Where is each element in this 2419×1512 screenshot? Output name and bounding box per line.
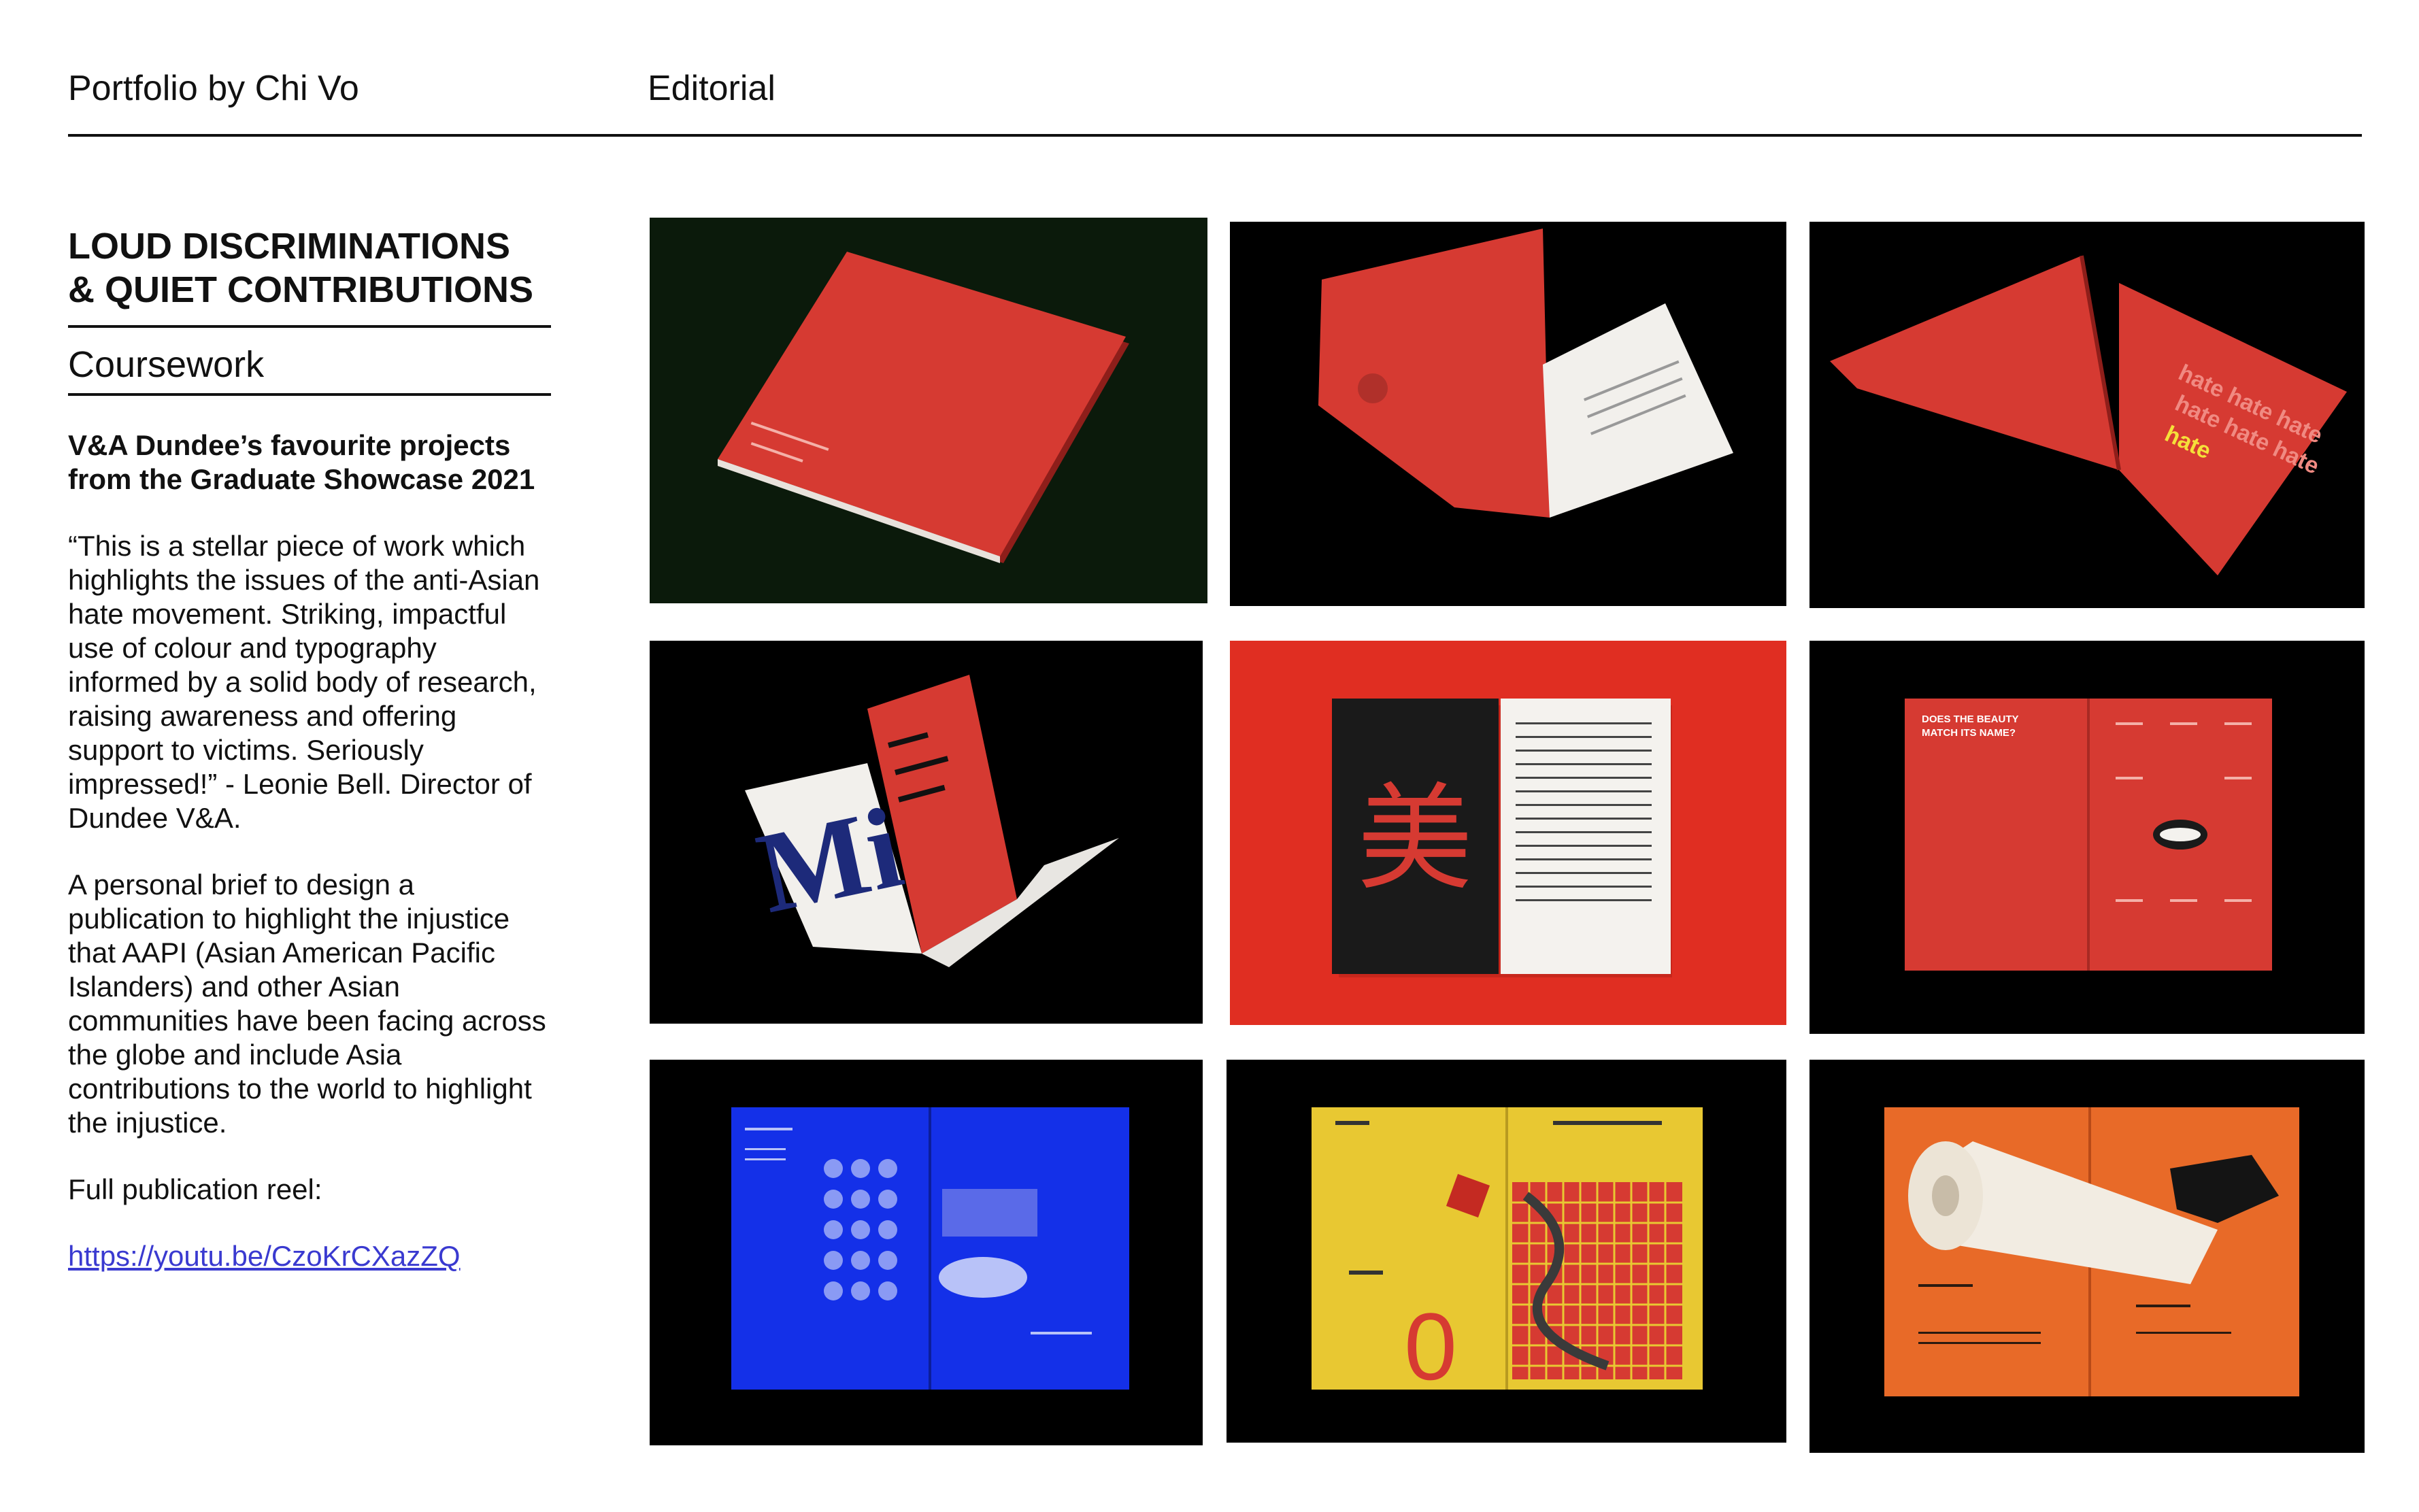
reel-link[interactable]: https://youtu.be/CzoKrCXazZQ xyxy=(68,1239,551,1273)
project-title-line2: & QUIET CONTRIBUTIONS xyxy=(68,269,533,310)
svg-text:0: 0 xyxy=(1404,1293,1457,1400)
gallery-image-cover xyxy=(650,218,1207,603)
svg-text:美: 美 xyxy=(1357,772,1473,907)
project-sidebar: LOUD DISCRIMINATIONS & QUIET CONTRIBUTIO… xyxy=(68,224,551,1273)
category-divider xyxy=(68,393,551,396)
project-brief: A personal brief to design a publication… xyxy=(68,869,546,1139)
gallery-image-toilet-paper-spread xyxy=(1809,1060,2365,1453)
gallery-image-dice-spread: 0 xyxy=(1227,1060,1786,1443)
reel-label: Full publication reel: xyxy=(68,1173,322,1205)
gallery-image-open-spread xyxy=(1230,222,1786,606)
testimonial-quote: “This is a stellar piece of work which h… xyxy=(68,530,540,834)
gallery-image-playstation-spread xyxy=(650,1060,1203,1445)
project-category: Coursework xyxy=(68,344,265,385)
portfolio-title: Portfolio by Chi Vo xyxy=(68,69,359,108)
section-title: Editorial xyxy=(648,69,775,108)
project-title-line1: LOUD DISCRIMINATIONS xyxy=(68,226,510,267)
award-text: V&A Dundee’s favourite projects from the… xyxy=(68,429,535,495)
gallery-image-mi-spread: Mi xyxy=(650,641,1203,1024)
header-divider xyxy=(68,134,2362,137)
svg-text:DOES THE BEAUTY: DOES THE BEAUTY xyxy=(1922,713,2019,725)
svg-text:MATCH ITS NAME?: MATCH ITS NAME? xyxy=(1922,727,2016,739)
gallery-image-mei-spread: 美 xyxy=(1230,641,1786,1025)
gallery-image-hate-spread: hate hate hate hate hate hate hate xyxy=(1809,222,2365,608)
gallery-image-beauty-spread: DOES THE BEAUTY MATCH ITS NAME? xyxy=(1809,641,2365,1034)
